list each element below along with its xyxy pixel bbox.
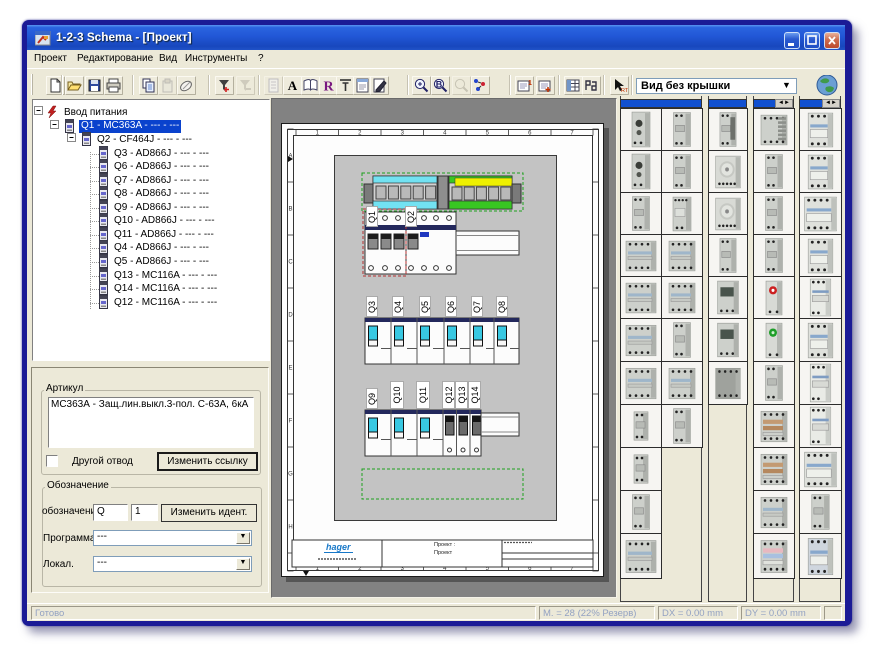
- svg-text:RTT: RTT: [621, 88, 628, 94]
- svg-text:Проект: Проект: [434, 550, 453, 556]
- svg-text:A: A: [288, 78, 298, 93]
- svg-text:Проект :: Проект :: [434, 542, 456, 548]
- svg-text:1: 1: [528, 80, 532, 87]
- svg-text:R: R: [323, 80, 334, 95]
- svg-text:B: B: [436, 80, 443, 90]
- svg-text:hager: hager: [326, 542, 351, 552]
